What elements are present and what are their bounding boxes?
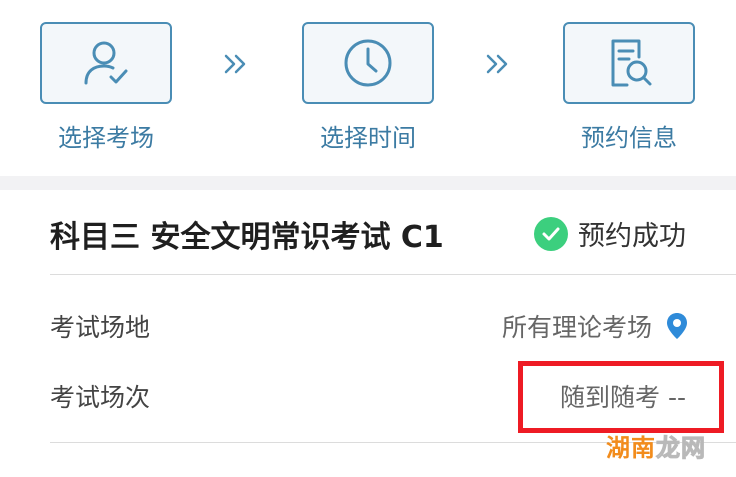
chevrons-right-icon <box>216 44 256 84</box>
status-text: 预约成功 <box>578 221 686 252</box>
highlight-box <box>518 361 724 433</box>
session-label: 考试场次 <box>50 383 151 412</box>
exam-title: 科目三 安全文明常识考试 C1 <box>50 220 444 255</box>
step-label-time: 选择时间 <box>320 124 416 152</box>
booking-steps: 选择考场 选择时间 预约信息 <box>0 0 736 176</box>
venue-label: 考试场地 <box>50 313 151 342</box>
watermark: 湖南龙网 <box>606 428 706 463</box>
step-label-info: 预约信息 <box>581 124 677 152</box>
watermark-part3: 龙网 <box>656 434 706 463</box>
chevrons-right-icon <box>478 44 518 84</box>
watermark-part1: 湖 <box>606 434 631 462</box>
venue-value[interactable]: 所有理论考场 <box>502 308 688 344</box>
watermark-part2: 南 <box>631 434 656 462</box>
step-label-venue: 选择考场 <box>58 124 154 152</box>
user-check-icon <box>84 41 128 85</box>
divider <box>50 274 736 275</box>
check-circle-icon <box>534 216 568 251</box>
document-search-icon <box>611 39 652 87</box>
step-select-time[interactable] <box>302 22 434 104</box>
location-pin-icon <box>667 313 687 339</box>
venue-value-text: 所有理论考场 <box>501 313 652 342</box>
status-badge: 预约成功 <box>534 214 686 253</box>
step-select-venue[interactable] <box>40 22 172 104</box>
step-booking-info[interactable] <box>563 22 695 104</box>
booking-result-card: 科目三 安全文明常识考试 C1 预约成功 考试场地 所有理论考场 考试场次 随到… <box>0 190 736 477</box>
section-gap <box>0 176 736 190</box>
clock-icon <box>344 39 392 87</box>
